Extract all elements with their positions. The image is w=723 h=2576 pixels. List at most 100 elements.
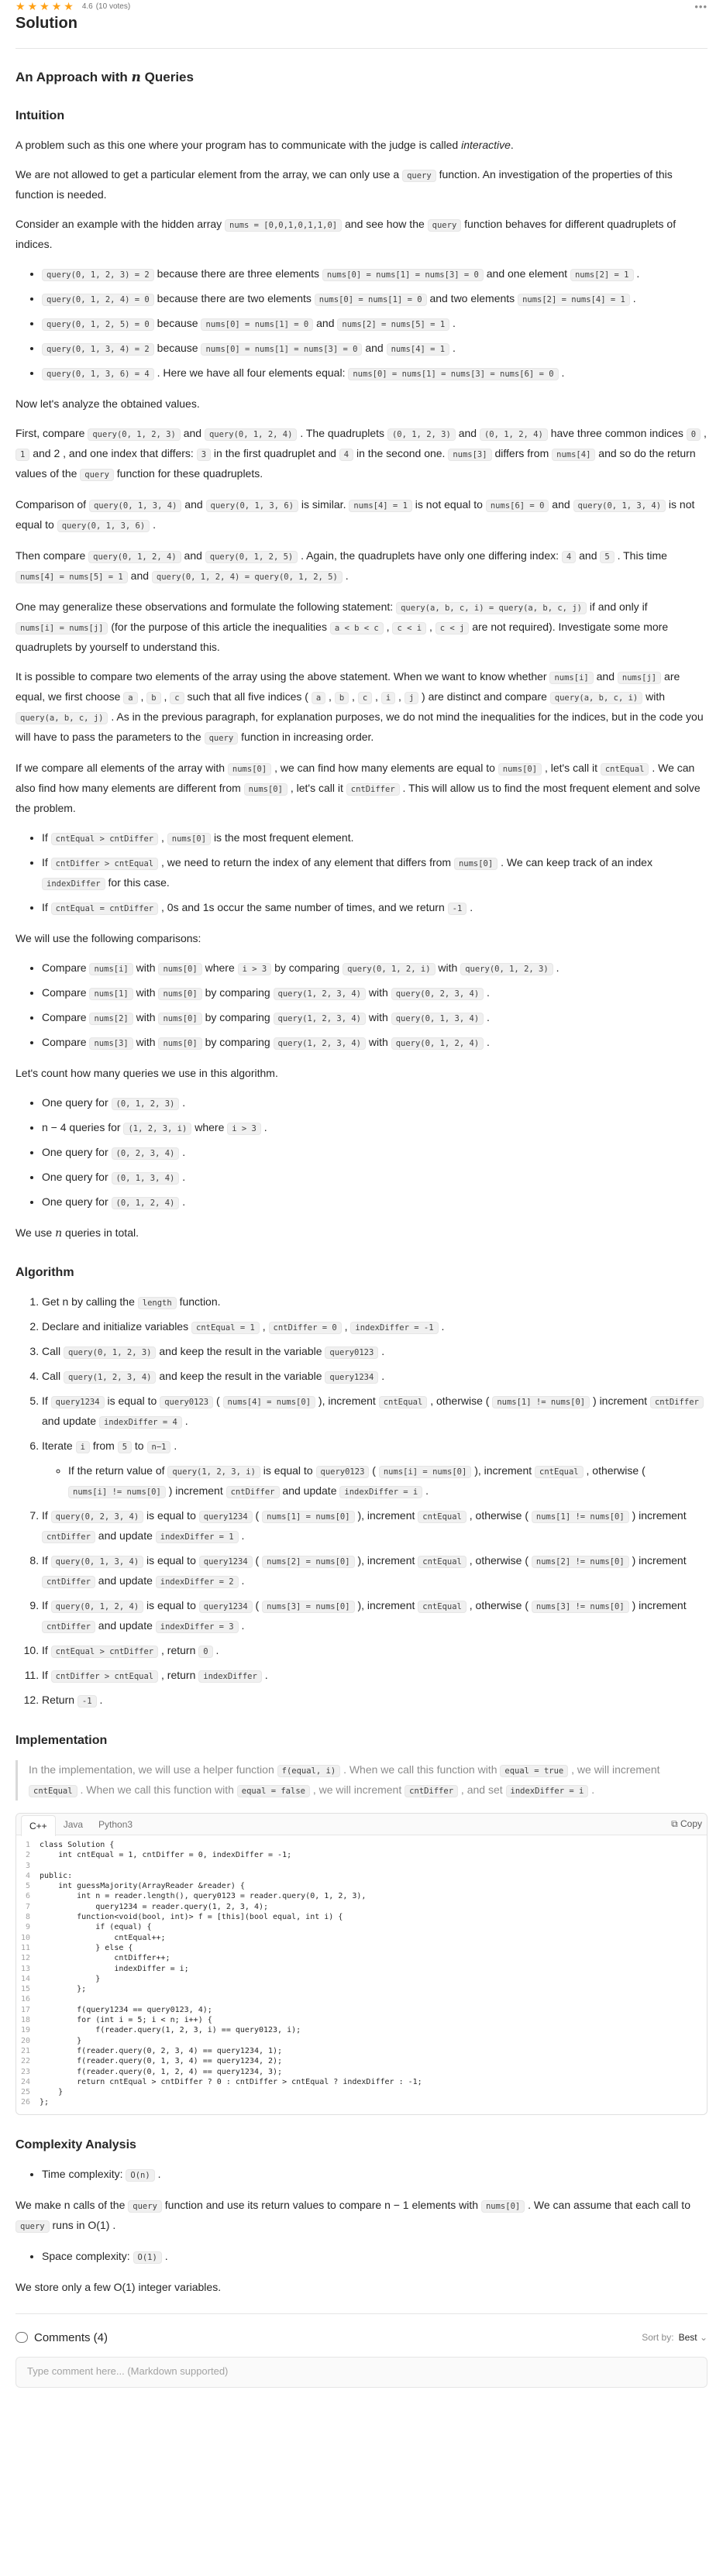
text: by calling the bbox=[71, 1295, 135, 1308]
code-line: 3 bbox=[16, 1861, 707, 1871]
more-options-icon[interactable]: ••• bbox=[694, 1, 708, 12]
inline-code: indexDiffer = 2 bbox=[155, 1576, 239, 1588]
star-icon[interactable]: ★ bbox=[28, 1, 38, 12]
inline-code: query(0, 1, 3, 4) bbox=[50, 1556, 144, 1568]
star-icon[interactable]: ★ bbox=[64, 1, 74, 12]
text: , bbox=[429, 621, 432, 633]
inline-code: nums[0] = nums[1] = nums[3] = 0 bbox=[322, 269, 484, 281]
copy-button[interactable]: ⧉ Copy bbox=[671, 1818, 702, 1830]
text: n bbox=[62, 1295, 69, 1308]
inline-code: c bbox=[357, 692, 373, 704]
inline-code: query(0, 1, 2, 5) bbox=[205, 551, 298, 563]
star-icon[interactable]: ★ bbox=[40, 1, 50, 12]
paragraph: Let's count how many queries we use in t… bbox=[15, 1067, 278, 1079]
text: and bbox=[365, 342, 384, 354]
text: . bbox=[556, 961, 559, 974]
text: queries for bbox=[69, 1121, 121, 1133]
text: , otherwise ( bbox=[469, 1599, 528, 1611]
text: is equal to bbox=[146, 1554, 196, 1567]
comment-input[interactable]: Type comment here... (Markdown supported… bbox=[15, 2356, 708, 2388]
list-item: One query for (0, 1, 3, 4) . bbox=[42, 1168, 708, 1188]
line-number: 6 bbox=[25, 1892, 30, 1901]
inline-code: cntDiffer > cntEqual bbox=[50, 1670, 159, 1683]
inline-code: nums[0] bbox=[158, 963, 202, 975]
text: and bbox=[579, 549, 597, 562]
inline-code: query(0, 1, 3, 6) bbox=[205, 500, 299, 512]
star-icon[interactable]: ★ bbox=[52, 1, 62, 12]
inline-code: nums[i] != nums[0] bbox=[68, 1486, 166, 1498]
text: ), increment bbox=[318, 1395, 376, 1407]
inline-code: c < j bbox=[435, 622, 470, 635]
text: ) increment bbox=[168, 1484, 223, 1497]
inline-code: O(n) bbox=[126, 2168, 155, 2182]
code-content[interactable]: 1 class Solution {2 int cntEqual = 1, cnt… bbox=[16, 1835, 707, 2114]
text: is the most frequent element. bbox=[213, 831, 354, 844]
code-line: 16 bbox=[16, 1994, 707, 2004]
text: Comparison of bbox=[15, 498, 87, 511]
tab-python3[interactable]: Python3 bbox=[91, 1814, 140, 1835]
inline-code: equal = false bbox=[236, 1785, 310, 1797]
star-icon[interactable]: ★ bbox=[15, 1, 26, 12]
text: if and only if bbox=[589, 600, 648, 613]
paragraph: Then compare query(0, 1, 2, 4) and query… bbox=[15, 546, 708, 586]
text: . bbox=[591, 1783, 595, 1796]
list-item: Compare nums[3] with nums[0] by comparin… bbox=[42, 1033, 708, 1053]
code-block: C++ Java Python3 ⧉ Copy 1 class Solution … bbox=[15, 1813, 708, 2115]
line-number: 18 bbox=[20, 2016, 30, 2025]
text: ( bbox=[372, 1464, 376, 1477]
text: Declare and initialize variables bbox=[42, 1320, 189, 1333]
text: . bbox=[112, 2218, 116, 2231]
line-number: 4 bbox=[25, 1871, 30, 1880]
list-item: If cntEqual > cntDiffer , return 0 . bbox=[42, 1641, 708, 1661]
line-number: 2 bbox=[25, 1851, 30, 1860]
inline-code: indexDiffer = i bbox=[505, 1785, 589, 1797]
comments-header: Comments (4) Sort by: Best ⌄ bbox=[15, 2313, 708, 2344]
code-text: cntDiffer++; bbox=[40, 1954, 170, 1963]
code-text: public: bbox=[40, 1871, 73, 1880]
code-text: } bbox=[40, 2036, 82, 2045]
text: with bbox=[438, 961, 458, 974]
inline-code: query(0, 1, 2, 3) bbox=[460, 963, 553, 975]
inline-code: (0, 1, 2, 4) bbox=[111, 1197, 180, 1209]
text: , bbox=[140, 690, 144, 703]
code-text: } bbox=[40, 1974, 101, 1983]
text: ) increment bbox=[632, 1599, 687, 1611]
tab-cpp[interactable]: C++ bbox=[21, 1814, 56, 1836]
text: with bbox=[136, 986, 156, 999]
code-line: 12 cntDiffer++; bbox=[16, 1953, 707, 1963]
paragraph: Now let's analyze the obtained values. bbox=[15, 397, 200, 410]
inline-code: query(0, 1, 2, 4) bbox=[50, 1601, 144, 1613]
inline-code: cntDiffer bbox=[405, 1785, 459, 1797]
sort-dropdown[interactable]: Sort by: Best ⌄ bbox=[642, 2332, 708, 2343]
text: for this case. bbox=[108, 876, 170, 889]
text: . bbox=[99, 1694, 103, 1706]
code-text: int guessMajority(ArrayReader &reader) { bbox=[40, 1882, 245, 1891]
inline-code: nums[2] = nums[4] = 1 bbox=[518, 294, 630, 306]
inline-code: (0, 1, 2, 4) bbox=[479, 428, 548, 441]
text: . bbox=[182, 1146, 186, 1158]
inline-code: nums[0] = nums[1] = 0 bbox=[201, 318, 314, 331]
text: with bbox=[646, 690, 666, 703]
text: with bbox=[368, 1036, 388, 1048]
text: . bbox=[174, 1439, 177, 1452]
code-line: 13 indexDiffer = i; bbox=[16, 1964, 707, 1974]
tab-java[interactable]: Java bbox=[56, 1814, 91, 1835]
text: , bbox=[375, 690, 378, 703]
text: . bbox=[241, 1574, 245, 1587]
text: . bbox=[487, 1036, 490, 1048]
text: ), increment bbox=[357, 1599, 415, 1611]
inline-code: cntDiffer bbox=[226, 1486, 280, 1498]
text: , otherwise ( bbox=[586, 1464, 646, 1477]
inline-code: nums[1] != nums[0] bbox=[531, 1511, 629, 1523]
inline-code: cntDiffer = 0 bbox=[268, 1322, 342, 1334]
list-item: n − 4 queries for (1, 2, 3, i) where i >… bbox=[42, 1118, 708, 1138]
list-item: If query(0, 2, 3, 4) is equal to query12… bbox=[42, 1506, 708, 1546]
code-text: for (int i = 5; i < n; i++) { bbox=[40, 2016, 212, 2025]
text: Iterate bbox=[42, 1439, 73, 1452]
text: , 0s and 1s occur the same number of tim… bbox=[161, 901, 445, 913]
code-text: f(reader.query(0, 1, 3, 4) == query1234,… bbox=[40, 2057, 283, 2066]
code-line: 20 } bbox=[16, 2036, 707, 2046]
inline-code: indexDiffer = i bbox=[339, 1486, 423, 1498]
text: and bbox=[184, 549, 202, 562]
inline-code: nums[i] bbox=[89, 963, 133, 975]
